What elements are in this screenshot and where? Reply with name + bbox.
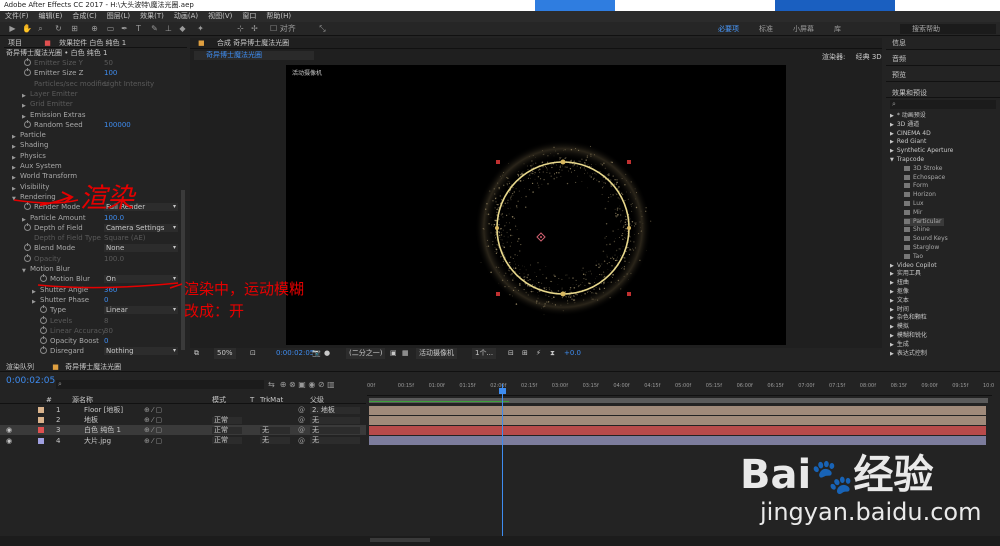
annotation-motion-blur: 渲染中，运动模糊 (184, 280, 305, 298)
annotation-motion-blur-2: 改成：开 (184, 302, 245, 320)
annotation-underline-motion-blur (37, 282, 179, 289)
watermark-url: jingyan.baidu.com (760, 498, 982, 526)
paw-icon: 🐾 (811, 457, 854, 497)
annotation-arrow-2 (169, 283, 183, 289)
watermark-logo: Bai🐾经验 (740, 442, 934, 500)
annotation-rendering: 渲染 (80, 183, 134, 214)
watermark-brand-a: Bai (740, 452, 812, 498)
watermark-brand-b: 经验 (853, 452, 934, 498)
